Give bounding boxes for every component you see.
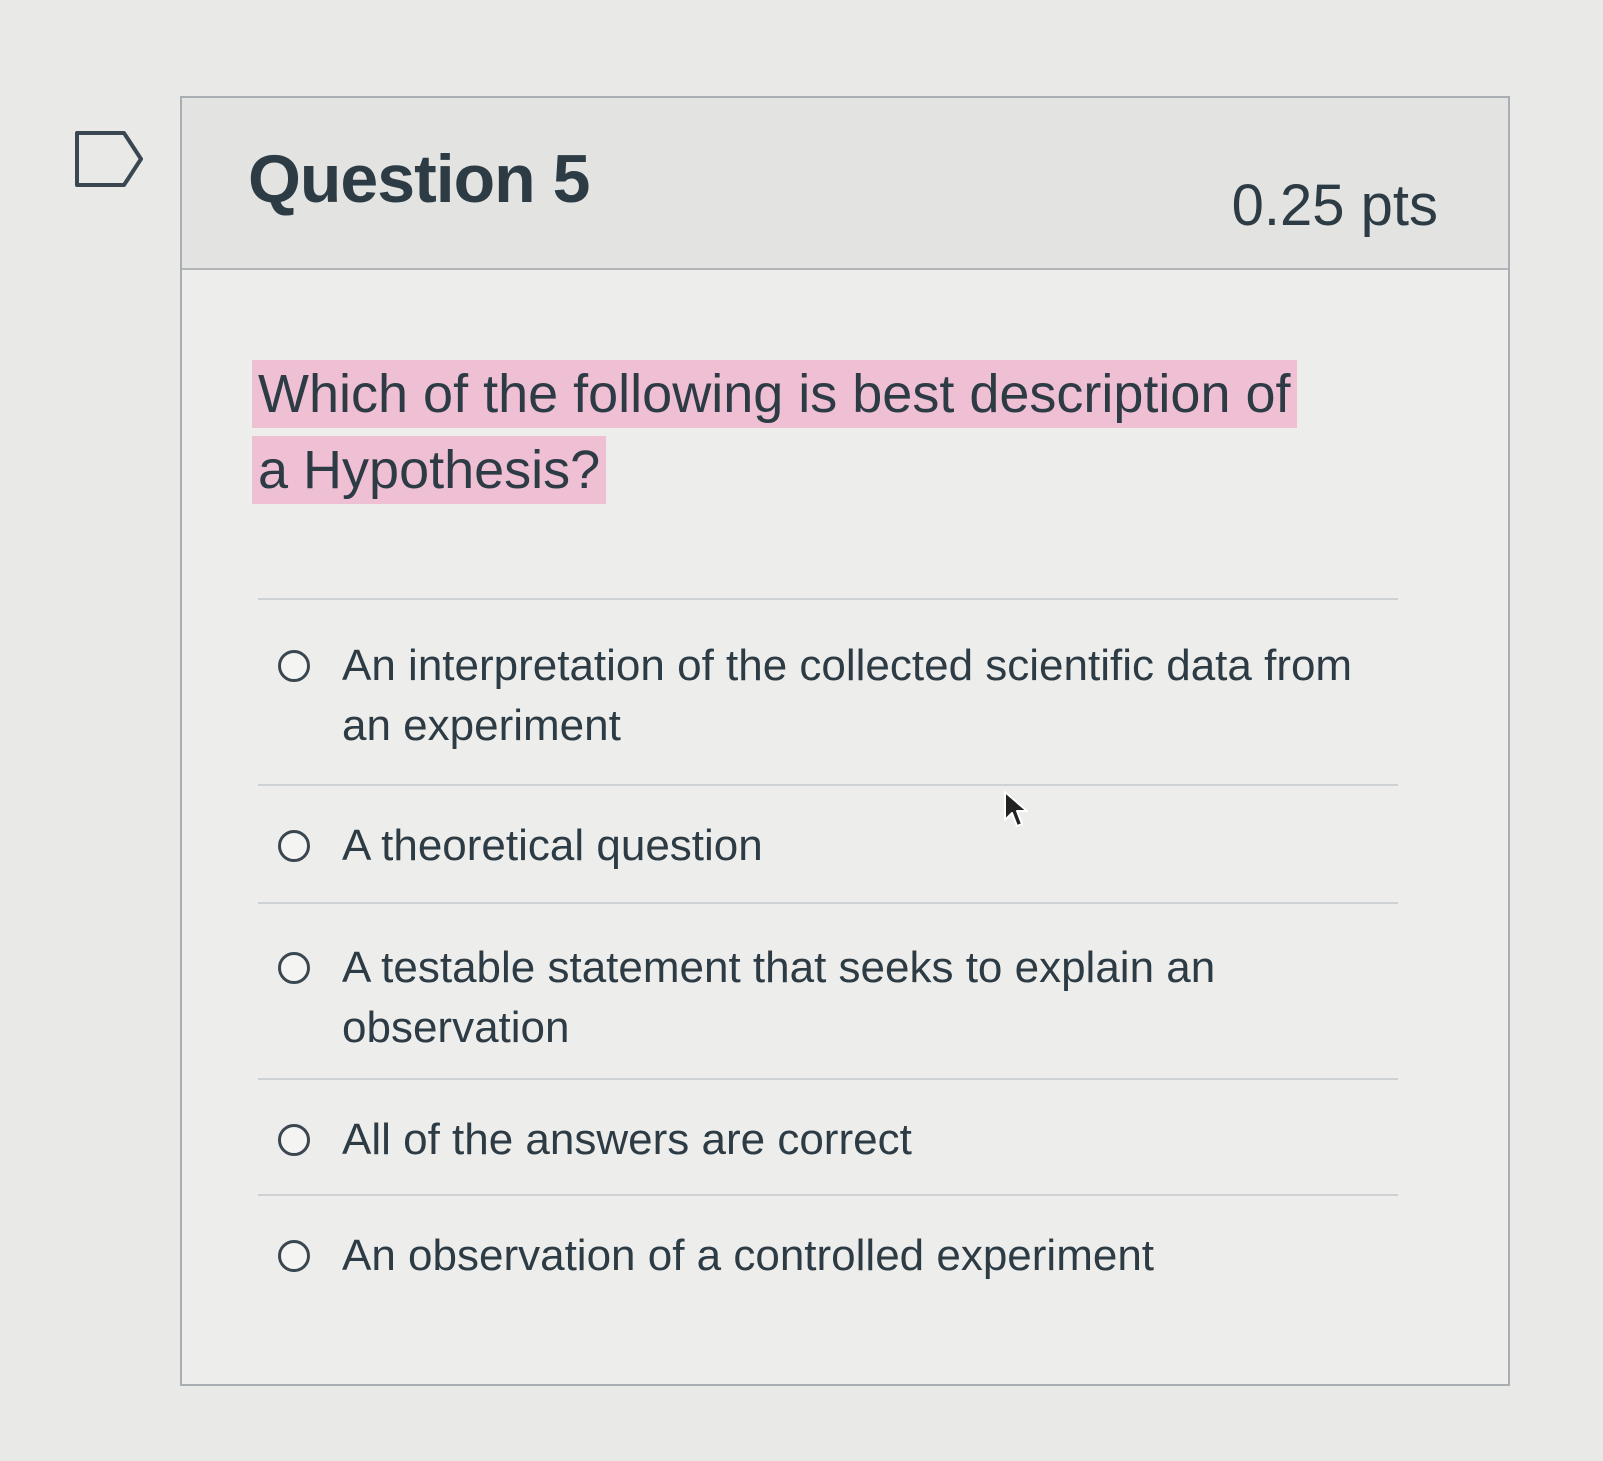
answer-label[interactable]: A theoretical question: [342, 816, 1382, 876]
radio-button[interactable]: [278, 1240, 310, 1272]
answer-option[interactable]: An interpretation of the collected scien…: [258, 598, 1398, 784]
answer-option[interactable]: A theoretical question: [258, 784, 1398, 902]
answer-list: An interpretation of the collected scien…: [258, 598, 1398, 1324]
radio-button[interactable]: [278, 650, 310, 682]
mouse-pointer-icon: [1004, 791, 1028, 827]
question-header: Question 5 0.25 pts: [182, 98, 1508, 270]
answer-label[interactable]: An observation of a controlled experimen…: [342, 1226, 1382, 1286]
answer-label[interactable]: All of the answers are correct: [342, 1110, 1382, 1170]
radio-button[interactable]: [278, 1124, 310, 1156]
question-title: Question 5: [248, 141, 590, 217]
answer-option[interactable]: All of the answers are correct: [258, 1078, 1398, 1194]
question-points: 0.25 pts: [1231, 173, 1438, 238]
question-card: Question 5 0.25 pts Which of the followi…: [180, 96, 1510, 1386]
question-text: Which of the following is best descripti…: [252, 356, 1332, 508]
answer-label[interactable]: A testable statement that seeks to expla…: [342, 938, 1382, 1058]
answer-option[interactable]: A testable statement that seeks to expla…: [258, 902, 1398, 1078]
highlighted-question-text: Which of the following is best descripti…: [252, 360, 1297, 504]
flag-question-icon[interactable]: [72, 128, 146, 190]
radio-button[interactable]: [278, 830, 310, 862]
answer-option[interactable]: An observation of a controlled experimen…: [258, 1194, 1398, 1324]
radio-button[interactable]: [278, 952, 310, 984]
answer-label[interactable]: An interpretation of the collected scien…: [342, 636, 1382, 756]
